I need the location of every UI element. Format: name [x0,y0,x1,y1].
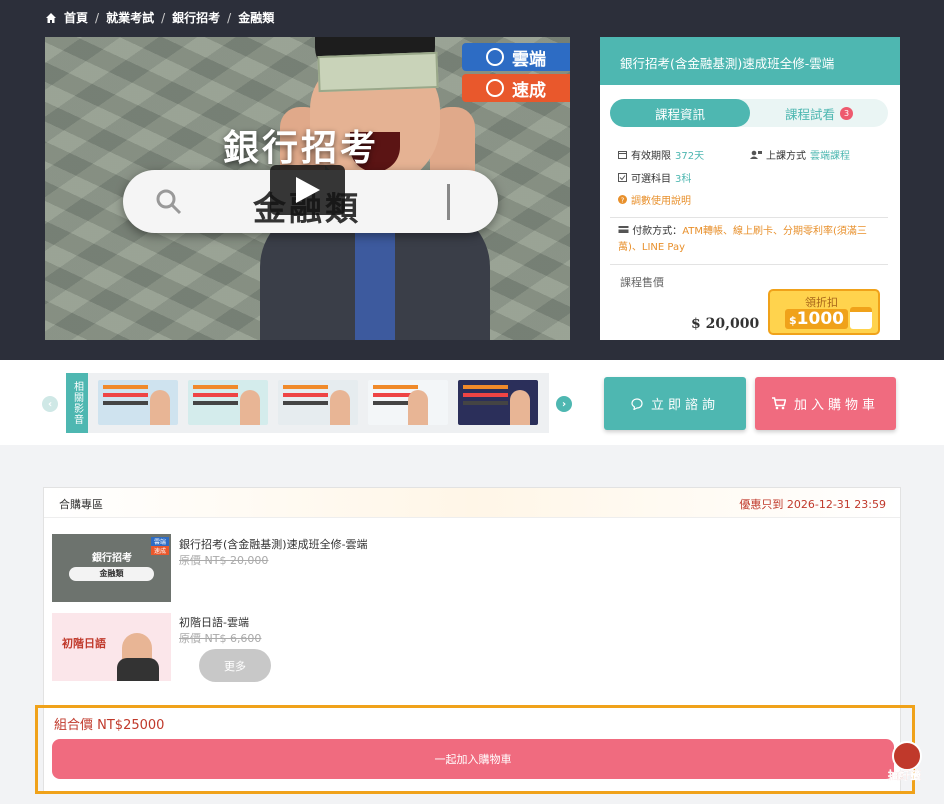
price-label: 課程售價 [620,276,664,289]
help-icon: ? [618,195,627,204]
related-videos-label: 相關影音 [66,373,88,433]
bundle-section: 合購專區 優惠只到 2026-12-31 23:59 銀行招考 金融類 雲端 速… [43,487,901,792]
course-price: $ 20,000 [691,316,760,332]
breadcrumb-level3[interactable]: 金融類 [238,9,274,26]
video-title: 銀行招考 [223,128,380,169]
bundle-header: 合購專區 優惠只到 2026-12-31 23:59 [44,488,900,518]
course-video[interactable]: 雲端 速成 銀行招考 金融類 [45,37,570,340]
bundle-title: 合購專區 [59,498,103,511]
related-video-thumb[interactable] [368,380,448,425]
bundle-deadline: 優惠只到 2026-12-31 23:59 [739,498,886,511]
coupon-button[interactable]: 領折扣 $1000 [768,289,880,335]
divider [610,217,888,218]
bundle-item-thumb[interactable]: 銀行招考 金融類 雲端 速成 [52,534,171,602]
course-tabs: 課程資訊 課程試看 3 [610,99,888,127]
trial-count-badge: 3 [840,106,853,120]
cloud-tag: 雲端 [462,43,570,71]
breadcrumb-separator: / [95,10,100,25]
breadcrumb: 首頁 / 就業考試 / 銀行招考 / 金融類 [45,9,274,26]
svg-text:?: ? [621,196,625,204]
related-video-thumb[interactable] [458,380,538,425]
carousel-prev-button[interactable]: ‹ [42,396,58,412]
related-video-thumb[interactable] [188,380,268,425]
calendar-icon [618,151,627,159]
course-title: 銀行招考(含金融基測)速成班全修-雲端 [600,37,900,85]
lucky-draw-mascot[interactable]: 抽好籤 [886,741,930,785]
play-icon [296,177,320,203]
credit-card-icon [618,226,629,233]
breadcrumb-separator: / [161,10,166,25]
mascot-label: 抽好籤 [888,769,921,782]
validity: 有效期限 372天 [618,147,704,162]
tab-course-info[interactable]: 課程資訊 [610,99,750,127]
breadcrumb-home[interactable]: 首頁 [64,9,88,26]
home-icon[interactable] [45,12,57,24]
related-video-thumb[interactable] [98,380,178,425]
class-mode: 上課方式 雲端課程 [750,147,850,162]
bundle-item-original-price: 原價 NT$ 20,000 [179,554,269,567]
bundle-add-to-cart-button[interactable]: 一起加入購物車 [52,739,894,779]
bundle-item-thumb[interactable]: 初階日語 [52,613,171,681]
search-icon [156,189,182,215]
cloud-icon [486,48,504,66]
related-video-thumb[interactable] [278,380,358,425]
divider [610,264,888,265]
payment-methods: 付款方式：ATM轉帳、線上刷卡、分期零利率(須滿三萬)、LINE Pay [618,226,867,253]
timer-icon [486,79,504,97]
checkbox-icon [618,173,627,182]
breadcrumb-level2[interactable]: 銀行招考 [172,9,220,26]
bundle-item-name[interactable]: 銀行招考(含金融基測)速成班全修-雲端 [179,536,368,552]
cart-icon [771,397,786,410]
bundle-price: 組合價 NT$25000 [54,718,165,733]
bundle-item-original-price: 原價 NT$ 6,600 [179,632,262,645]
play-button[interactable] [270,165,345,215]
coupon-amount: $1000 [785,309,848,329]
carousel-next-button[interactable]: › [556,396,572,412]
breadcrumb-level1[interactable]: 就業考試 [106,9,154,26]
coupon-label: 領折扣 [805,296,838,309]
course-info-card: 銀行招考(含金融基測)速成班全修-雲端 課程資訊 課程試看 3 有效期限 372… [600,37,900,340]
consult-button[interactable]: 立即諮詢 [604,377,746,430]
fast-tag: 速成 [462,74,570,102]
chat-icon [631,397,643,410]
tab-course-trial[interactable]: 課程試看 3 [750,99,888,127]
gift-icon [850,307,872,329]
more-button[interactable]: 更多 [199,649,271,682]
subjects: 可選科目 3科 [618,170,691,185]
teacher-icon [750,150,762,159]
add-to-cart-button[interactable]: 加入購物車 [755,377,896,430]
breadcrumb-separator: / [227,10,232,25]
bundle-item-name[interactable]: 初階日語-雲端 [179,614,249,630]
voucher-help[interactable]: ? 調數使用說明 [618,192,691,207]
